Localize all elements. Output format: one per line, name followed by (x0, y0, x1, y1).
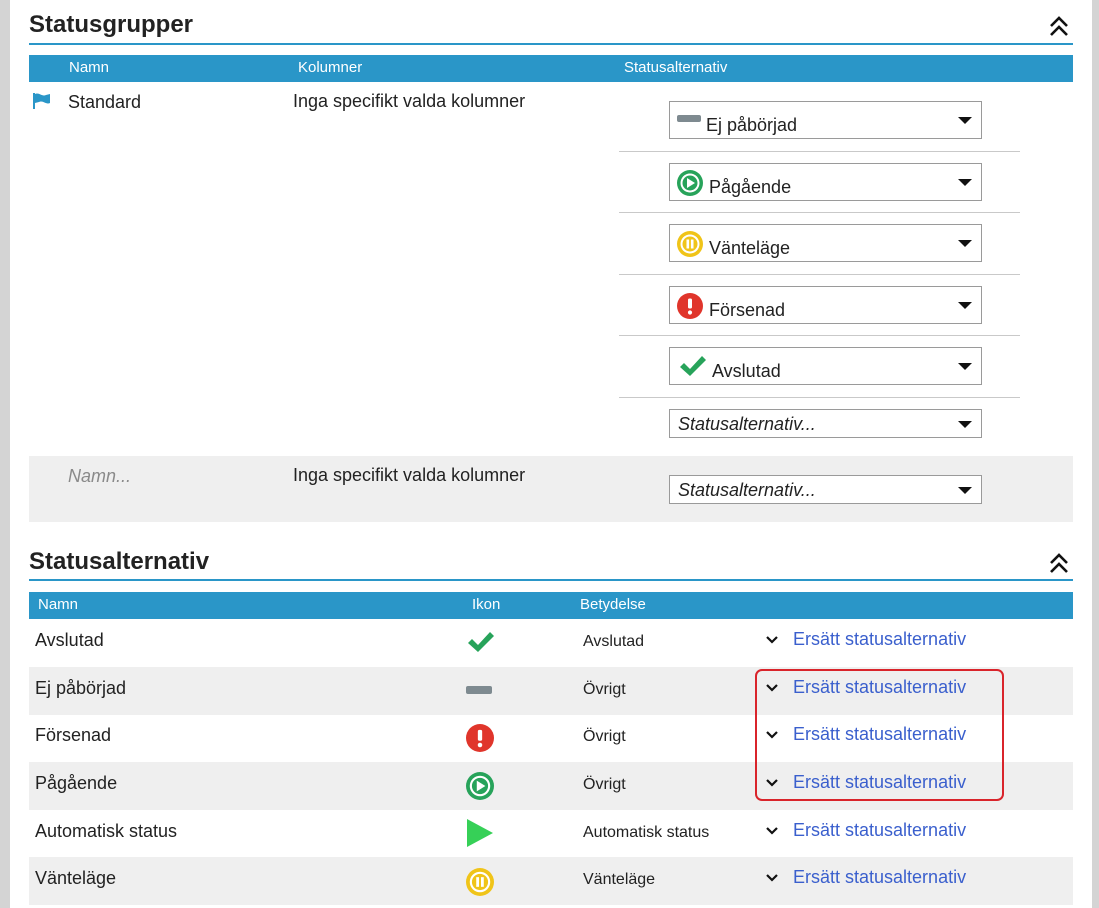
checkmark-icon (468, 632, 494, 652)
caret-down-icon (958, 179, 972, 186)
row-meaning: Övrigt (583, 681, 626, 698)
main-panel: Statusgrupper Namn Kolumner Statusaltern… (10, 0, 1092, 908)
row-meaning: Övrigt (583, 776, 626, 793)
add-option-select[interactable]: Statusalternativ... (669, 409, 982, 438)
header-options: Statusalternativ (624, 59, 728, 76)
chevron-down-icon[interactable] (765, 873, 779, 883)
option-select-pagaende[interactable]: Pågående (669, 163, 982, 201)
replace-status-link[interactable]: Ersätt statusalternativ (793, 629, 966, 650)
caret-down-icon (958, 117, 972, 124)
divider (619, 151, 1020, 152)
divider (619, 335, 1020, 336)
row-meaning: Avslutad (583, 633, 645, 650)
header-name: Namn (38, 596, 79, 613)
new-group-columns-text: Inga specifikt valda kolumner (293, 465, 526, 485)
statusgroups-header: Namn Kolumner Statusalternativ (29, 55, 1073, 82)
divider (619, 397, 1020, 398)
option-select-avslutad[interactable]: Avslutad (669, 347, 982, 385)
statusoptions-header: Namn Ikon Betydelse (29, 592, 1073, 619)
play-circle-icon (677, 170, 703, 196)
chevron-down-icon[interactable] (765, 635, 779, 645)
table-row: Vänteläge Vänteläge Ersätt statusalterna… (29, 857, 1073, 905)
chevron-down-icon[interactable] (765, 826, 779, 836)
pause-circle-icon (677, 231, 703, 257)
table-row: Automatisk status Automatisk status Ersä… (29, 810, 1073, 858)
option-select-forsenad[interactable]: Försenad (669, 286, 982, 324)
new-group-option-select[interactable]: Statusalternativ... (669, 475, 982, 504)
option-label: Vänteläge (709, 238, 791, 258)
caret-down-icon (958, 420, 972, 428)
header-columns: Kolumner (298, 59, 363, 76)
option-label: Ej påbörjad (706, 115, 798, 135)
table-row: Avslutad Avslutad Ersätt statusalternati… (29, 619, 1073, 667)
option-label: Försenad (709, 300, 786, 320)
header-name: Namn (69, 59, 110, 76)
exclamation-circle-icon (677, 293, 703, 319)
option-label: Pågående (709, 177, 792, 197)
row-name: Vänteläge (35, 868, 117, 888)
play-circle-icon (466, 772, 494, 800)
option-select-vantelage[interactable]: Vänteläge (669, 224, 982, 262)
row-name: Automatisk status (35, 821, 178, 841)
caret-down-icon (958, 363, 972, 370)
new-option-placeholder: Statusalternativ... (678, 480, 816, 500)
header-icon: Ikon (472, 596, 501, 613)
row-meaning: Vänteläge (583, 871, 656, 888)
group-name-standard[interactable]: Standard (68, 92, 141, 113)
pause-circle-icon (466, 868, 494, 896)
statusoptions-rule (29, 579, 1073, 581)
collapse-up-icon[interactable] (1047, 551, 1071, 575)
flag-icon (33, 93, 50, 109)
row-meaning: Automatisk status (583, 824, 710, 841)
statusgroups-rule (29, 43, 1073, 45)
row-name: Ej påbörjad (35, 678, 127, 698)
row-meaning: Övrigt (583, 728, 626, 745)
option-select-ej-paborjad[interactable]: Ej påbörjad (669, 101, 982, 139)
highlight-box (755, 669, 1004, 801)
add-option-placeholder: Statusalternativ... (678, 414, 816, 434)
caret-down-icon (958, 486, 972, 494)
dash-icon (466, 686, 492, 694)
caret-down-icon (958, 240, 972, 247)
group-columns-text: Inga specifikt valda kolumner (293, 91, 526, 111)
row-name: Avslutad (35, 630, 104, 650)
divider (619, 212, 1020, 213)
replace-status-link[interactable]: Ersätt statusalternativ (793, 820, 966, 841)
exclamation-circle-icon (466, 724, 494, 752)
caret-down-icon (958, 302, 972, 309)
statusgroups-title: Statusgrupper (29, 11, 194, 38)
checkmark-icon (680, 356, 706, 376)
collapse-up-icon[interactable] (1047, 14, 1071, 38)
statusoptions-title: Statusalternativ (29, 548, 210, 575)
dash-icon (677, 115, 701, 122)
row-name: Försenad (35, 725, 112, 745)
play-triangle-icon (467, 819, 493, 847)
divider (619, 274, 1020, 275)
new-group-name-input[interactable]: Namn... (68, 466, 131, 487)
row-name: Pågående (35, 773, 118, 793)
replace-status-link[interactable]: Ersätt statusalternativ (793, 867, 966, 888)
header-meaning: Betydelse (580, 596, 646, 613)
option-label: Avslutad (712, 361, 781, 381)
